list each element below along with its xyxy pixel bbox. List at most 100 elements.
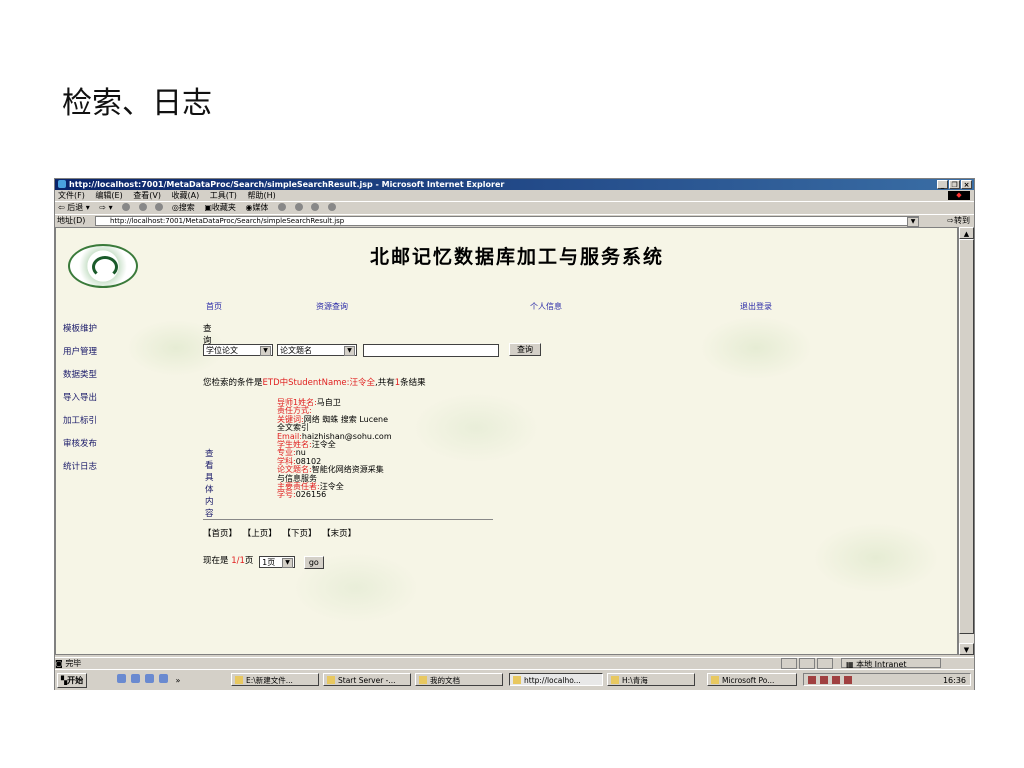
go-page-button[interactable]: go <box>303 556 324 569</box>
sidebar-item-users[interactable]: 用户管理 <box>63 345 133 368</box>
nav-profile[interactable]: 个人信息 <box>530 301 562 312</box>
menu-tools[interactable]: 工具(T) <box>210 191 237 200</box>
sidebar-item-import-export[interactable]: 导入导出 <box>63 391 133 414</box>
address-label: 地址(D) <box>57 216 86 225</box>
stop-icon[interactable] <box>122 203 131 211</box>
taskbar: ▚开始 » E:\新建文件... Start Server -... 我的文档 … <box>55 669 974 690</box>
condition-suffix: 条结果 <box>400 378 426 388</box>
nav-resource-search[interactable]: 资源查询 <box>316 301 348 312</box>
condition-expr: ETD中StudentName:汪令全 <box>262 378 376 388</box>
pager-first[interactable]: 【首页】 <box>203 529 237 539</box>
record-field: 论文题名:智能化网络资源采集与信息服务 <box>277 465 392 483</box>
view-detail-link[interactable]: 查看具体内容 <box>205 447 214 519</box>
sidebar-item-datatypes[interactable]: 数据类型 <box>63 368 133 391</box>
tray-app-icon[interactable] <box>844 676 852 684</box>
task-start-server[interactable]: Start Server -... <box>323 673 411 686</box>
condition-mid: ,共有 <box>375 378 395 388</box>
nav-home[interactable]: 首页 <box>206 301 222 312</box>
home-icon[interactable] <box>155 203 164 211</box>
start-label: 开始 <box>67 676 84 685</box>
ie-launch-icon[interactable] <box>117 674 126 683</box>
divider <box>203 519 493 520</box>
history-icon[interactable] <box>277 203 286 211</box>
search-label: 搜索 <box>178 203 195 212</box>
chevron-down-icon: ▼ <box>344 346 355 356</box>
pager-last[interactable]: 【末页】 <box>322 529 356 539</box>
maximize-button[interactable]: ❐ <box>949 180 960 189</box>
print-icon[interactable] <box>311 203 320 211</box>
chevron-down-icon: ▼ <box>282 558 294 568</box>
go-label: 转到 <box>954 216 970 225</box>
ie-icon <box>58 180 66 188</box>
task-powerpoint[interactable]: Microsoft Po... <box>707 673 797 686</box>
sidebar-item-template[interactable]: 模板维护 <box>63 322 133 345</box>
result-record: 导师1姓名:马自卫 责任方式: 关键词:网络 蜘蛛 搜索 Lucene 全文索引… <box>277 398 392 500</box>
ime-icon[interactable] <box>832 676 840 684</box>
address-input[interactable]: http://localhost:7001/MetaDataProc/Searc… <box>95 216 919 226</box>
scroll-thumb[interactable] <box>959 239 974 634</box>
scroll-up-icon[interactable]: ▲ <box>959 227 974 239</box>
status-bar: ◙ 完毕 ▦ 本地 Intranet <box>55 657 974 669</box>
section-title: 查询 <box>203 324 212 346</box>
search-condition: 您检索的条件是ETD中StudentName:汪令全,共有1条结果 <box>203 376 426 388</box>
doc-type-select[interactable]: 学位论文 ▼ <box>203 344 273 356</box>
minimize-button[interactable]: _ <box>937 180 948 189</box>
close-button[interactable]: × <box>961 180 972 189</box>
task-browser[interactable]: http://localho... <box>509 673 603 686</box>
chevron-down-icon: ▼ <box>260 346 271 356</box>
media-player-icon[interactable] <box>159 674 168 683</box>
pager-next[interactable]: 【下页】 <box>282 529 316 539</box>
system-tray: 16:36 <box>803 673 971 686</box>
search-button[interactable]: ◎搜索 <box>172 203 195 212</box>
pager-prev[interactable]: 【上页】 <box>243 529 277 539</box>
volume-icon[interactable] <box>808 676 816 684</box>
page-info-suffix: 页 <box>244 556 254 566</box>
task-my-documents[interactable]: 我的文档 <box>415 673 503 686</box>
menu-help[interactable]: 帮助(H) <box>247 191 275 200</box>
outlook-icon[interactable] <box>145 674 154 683</box>
sidebar: 模板维护 用户管理 数据类型 导入导出 加工标引 审核发布 统计日志 <box>63 322 133 483</box>
doc-type-value: 学位论文 <box>206 346 238 355</box>
intranet-icon: ▦ <box>846 660 857 669</box>
page-select[interactable]: 1页 ▼ <box>259 556 296 568</box>
page-info: 现在是 1/1页 1页 ▼ go <box>203 554 324 569</box>
menu-file[interactable]: 文件(F) <box>58 191 85 200</box>
field-select[interactable]: 论文题名 ▼ <box>277 344 357 356</box>
nav-logout[interactable]: 退出登录 <box>740 301 772 312</box>
sidebar-item-indexing[interactable]: 加工标引 <box>63 414 133 437</box>
mail-icon[interactable] <box>294 203 303 211</box>
network-icon[interactable] <box>820 676 828 684</box>
go-button[interactable]: ⇨转到 <box>947 215 970 227</box>
favorites-button[interactable]: ▣收藏夹 <box>204 203 236 212</box>
sidebar-item-review[interactable]: 审核发布 <box>63 437 133 460</box>
menu-view[interactable]: 查看(V) <box>133 191 161 200</box>
task-folder-new[interactable]: E:\新建文件... <box>231 673 319 686</box>
window-title: http://localhost:7001/MetaDataProc/Searc… <box>69 180 505 189</box>
keyword-input[interactable] <box>363 344 499 357</box>
address-dropdown-icon[interactable]: ▼ <box>907 217 919 227</box>
page-current: 1/1 <box>231 556 245 566</box>
refresh-icon[interactable] <box>138 203 147 211</box>
scroll-down-icon[interactable]: ▼ <box>959 643 974 655</box>
edit-icon[interactable] <box>327 203 336 211</box>
vertical-scrollbar[interactable]: ▲ ▼ <box>958 227 974 655</box>
page-select-value: 1页 <box>262 558 276 567</box>
logo-emblem-icon <box>92 256 118 278</box>
desktop-icon[interactable] <box>131 674 140 683</box>
sidebar-item-stats[interactable]: 统计日志 <box>63 460 133 483</box>
window-titlebar[interactable]: http://localhost:7001/MetaDataProc/Searc… <box>55 179 974 190</box>
record-field: 关键词:网络 蜘蛛 搜索 Lucene 全文索引 <box>277 415 392 433</box>
back-button[interactable]: ⇦ 后退 ▾ <box>58 203 90 212</box>
favorites-icon: ▣ <box>204 203 212 212</box>
page-info-prefix: 现在是 <box>203 556 232 566</box>
start-button[interactable]: ▚开始 <box>57 673 88 688</box>
media-button[interactable]: ◉媒体 <box>245 203 268 212</box>
toolbar: ⇦ 后退 ▾ ⇨ ▾ ◎搜索 ▣收藏夹 ◉媒体 <box>55 201 974 214</box>
menu-edit[interactable]: 编辑(E) <box>95 191 122 200</box>
menu-favorites[interactable]: 收藏(A) <box>172 191 200 200</box>
go-arrow-icon: ⇨ <box>947 216 954 225</box>
more-icon[interactable]: » <box>176 676 181 685</box>
task-folder-qinghai[interactable]: H:\青海 <box>607 673 695 686</box>
search-submit-button[interactable]: 查询 <box>509 343 541 356</box>
forward-button[interactable]: ⇨ ▾ <box>99 203 112 212</box>
